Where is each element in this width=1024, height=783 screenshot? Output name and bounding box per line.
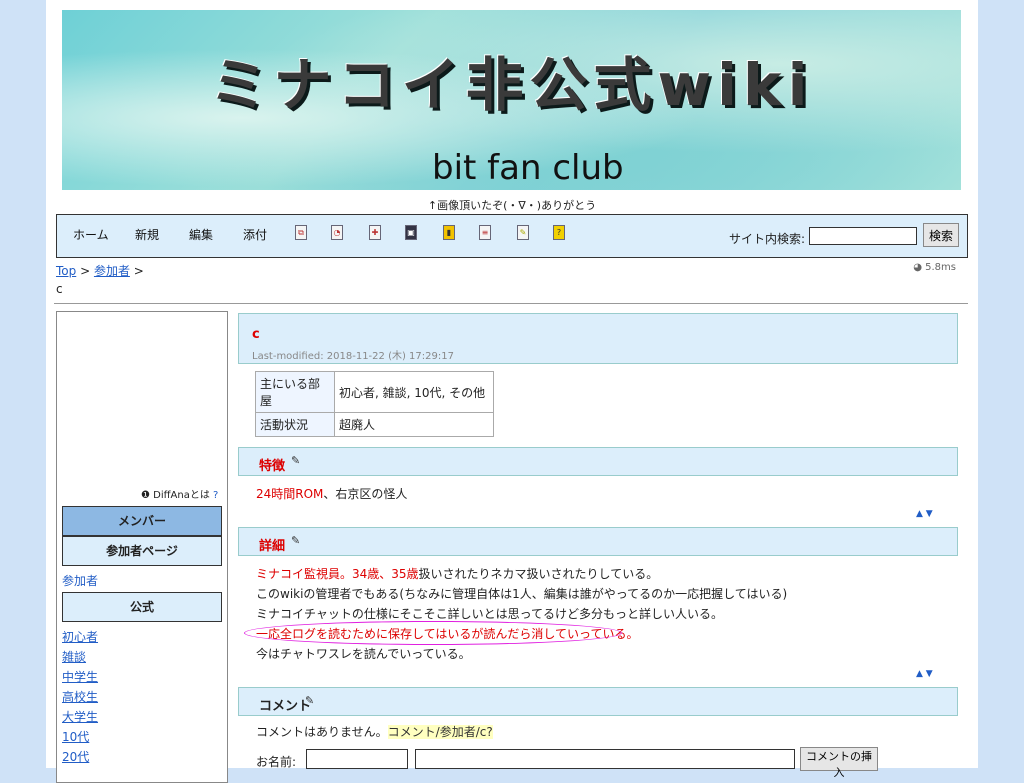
edit-pencil-icon[interactable]: ✎ [291,534,300,547]
annotation-circle [244,621,622,645]
nav-edit-link[interactable]: 編集 [189,226,213,243]
render-time-value: 5.8ms [925,262,956,273]
section-feature-title: 特徴 [259,459,286,474]
page: ミナコイ非公式wiki bit fan club ↑画像頂いたぞ(・∇・)ありが… [46,0,978,783]
feature-rest: 、右京区の怪人 [323,487,408,501]
table-cell-value: 超廃人 [334,412,494,437]
info-table: 主にいる部屋 初心者, 雑談, 10代, その他 活動状況 超廃人 [255,371,494,437]
breadcrumb: Top > 参加者 > [56,262,144,279]
diffana-question-link[interactable]: ? [213,490,218,501]
sidebar-item-beginner[interactable]: 初心者 [62,628,98,645]
breadcrumb-trail: > [129,264,144,278]
speed-icon: ◕ [913,262,926,273]
page-title-box: c Last-modified: 2018-11-22 (木) 17:29:17 [238,313,958,364]
comment-input[interactable] [415,749,795,769]
detail-line: このwikiの管理者でもある(ちなみに管理自体は1人、編集は誰がやってるのか一応… [256,587,788,601]
table-cell-value: 初心者, 雑談, 10代, その他 [334,371,494,413]
sidebar-members-page-header[interactable]: 参加者ページ [62,536,222,566]
breadcrumb-top-link[interactable]: Top [56,264,76,278]
detail-rest: 扱いされたりネカマ扱いされたりしている。 [418,567,659,581]
recent-icon[interactable]: ✎ [517,225,529,240]
site-banner[interactable]: ミナコイ非公式wiki bit fan club [62,10,961,190]
search-input[interactable] [809,227,917,245]
detail-highlight: ミナコイ監視員。34歳、35歳 [256,567,419,581]
detail-line: ミナコイチャットの仕様にそこそこ詳しいとは思ってるけど多分もっと詳しい人いる。 [256,607,724,621]
comment-submit-button[interactable]: コメントの挿入 [800,747,878,779]
nav-arrows[interactable]: ▲ ▼ [916,509,933,519]
comment-page-link[interactable]: コメント/参加者/c? [387,725,493,739]
section-detail-title: 詳細 [259,539,286,554]
diff-icon[interactable]: ✚ [369,225,381,240]
nav-attach-link[interactable]: 添付 [243,226,267,243]
save-icon[interactable]: ▣ [405,225,417,240]
diffana-label: DiffAnaとは [153,490,210,501]
sidebar-item-twenties[interactable]: 20代 [62,748,89,765]
comment-none-text: コメントはありません。 [256,725,388,739]
search-button[interactable]: 検索 [923,223,959,247]
sidebar-item-participants[interactable]: 参加者 [62,572,98,589]
table-row: 活動状況 超廃人 [255,412,494,437]
list-icon[interactable]: ≡ [479,225,491,240]
section-detail-header: 詳細 ✎ [238,527,958,556]
feature-highlight: 24時間ROM [256,487,324,501]
divider [54,303,968,304]
help-icon[interactable]: ? [553,225,565,240]
page-title[interactable]: c [252,327,260,342]
banner-caption: ↑画像頂いたぞ(・∇・)ありがとう [427,199,597,212]
name-input[interactable] [306,749,408,769]
detail-line: 今はチャトワスレを読んでいっている。 [256,647,471,661]
section-comment-title: コメント [259,699,312,714]
copy-icon[interactable]: ⧉ [295,225,307,240]
nav-home-link[interactable]: ホーム [73,226,109,243]
sidebar-item-junior-high[interactable]: 中学生 [62,668,98,685]
render-time: ◕ 5.8ms [913,262,956,273]
nav-arrows[interactable]: ▲ ▼ [916,669,933,679]
table-cell-label: 主にいる部屋 [255,371,335,413]
feature-text: 24時間ROM、右京区の怪人 [256,485,407,502]
table-row: 主にいる部屋 初心者, 雑談, 10代, その他 [255,371,494,413]
find-icon[interactable]: ◔ [331,225,343,240]
comment-status: コメントはありません。コメント/参加者/c? [256,723,493,740]
breadcrumb-sep: > [76,264,94,278]
edit-pencil-icon[interactable]: ✎ [305,694,314,707]
search-label: サイト内検索: [729,232,806,246]
table-cell-label: 活動状況 [255,412,335,437]
nav-bar: ホーム 新規 編集 添付 ⧉ ◔ ✚ ▣ ▮ ≡ ✎ ? サイト内検索: 検索 [56,214,968,258]
nav-new-link[interactable]: 新規 [135,226,159,243]
breadcrumb-parent-link[interactable]: 参加者 [94,264,130,278]
name-label: お名前: [256,755,297,769]
diffana-help[interactable]: ❶ DiffAnaとは ? [141,486,218,501]
section-feature-header: 特徴 ✎ [238,447,958,476]
banner-title: ミナコイ非公式wiki [209,51,814,119]
banner-subtitle: bit fan club [432,148,624,188]
last-modified: Last-modified: 2018-11-22 (木) 17:29:17 [252,351,454,362]
edit-pencil-icon[interactable]: ✎ [291,454,300,467]
detail-line: ミナコイ監視員。34歳、35歳扱いされたりネカマ扱いされたりしている。 [256,565,658,582]
sidebar: ❶ DiffAnaとは ? メンバー 参加者ページ 参加者 公式 初心者 雑談 … [56,311,228,783]
sidebar-item-chat[interactable]: 雑談 [62,648,86,665]
sidebar-official-header[interactable]: 公式 [62,592,222,622]
section-comment-header: コメント ✎ [238,687,958,716]
lock-icon[interactable]: ▮ [443,225,455,240]
sidebar-item-teens[interactable]: 10代 [62,728,89,745]
sidebar-item-high-school[interactable]: 高校生 [62,688,98,705]
info-icon: ❶ [141,490,154,501]
page-short-name: c [56,282,63,296]
sidebar-members-header[interactable]: メンバー [62,506,222,536]
sidebar-item-university[interactable]: 大学生 [62,708,98,725]
